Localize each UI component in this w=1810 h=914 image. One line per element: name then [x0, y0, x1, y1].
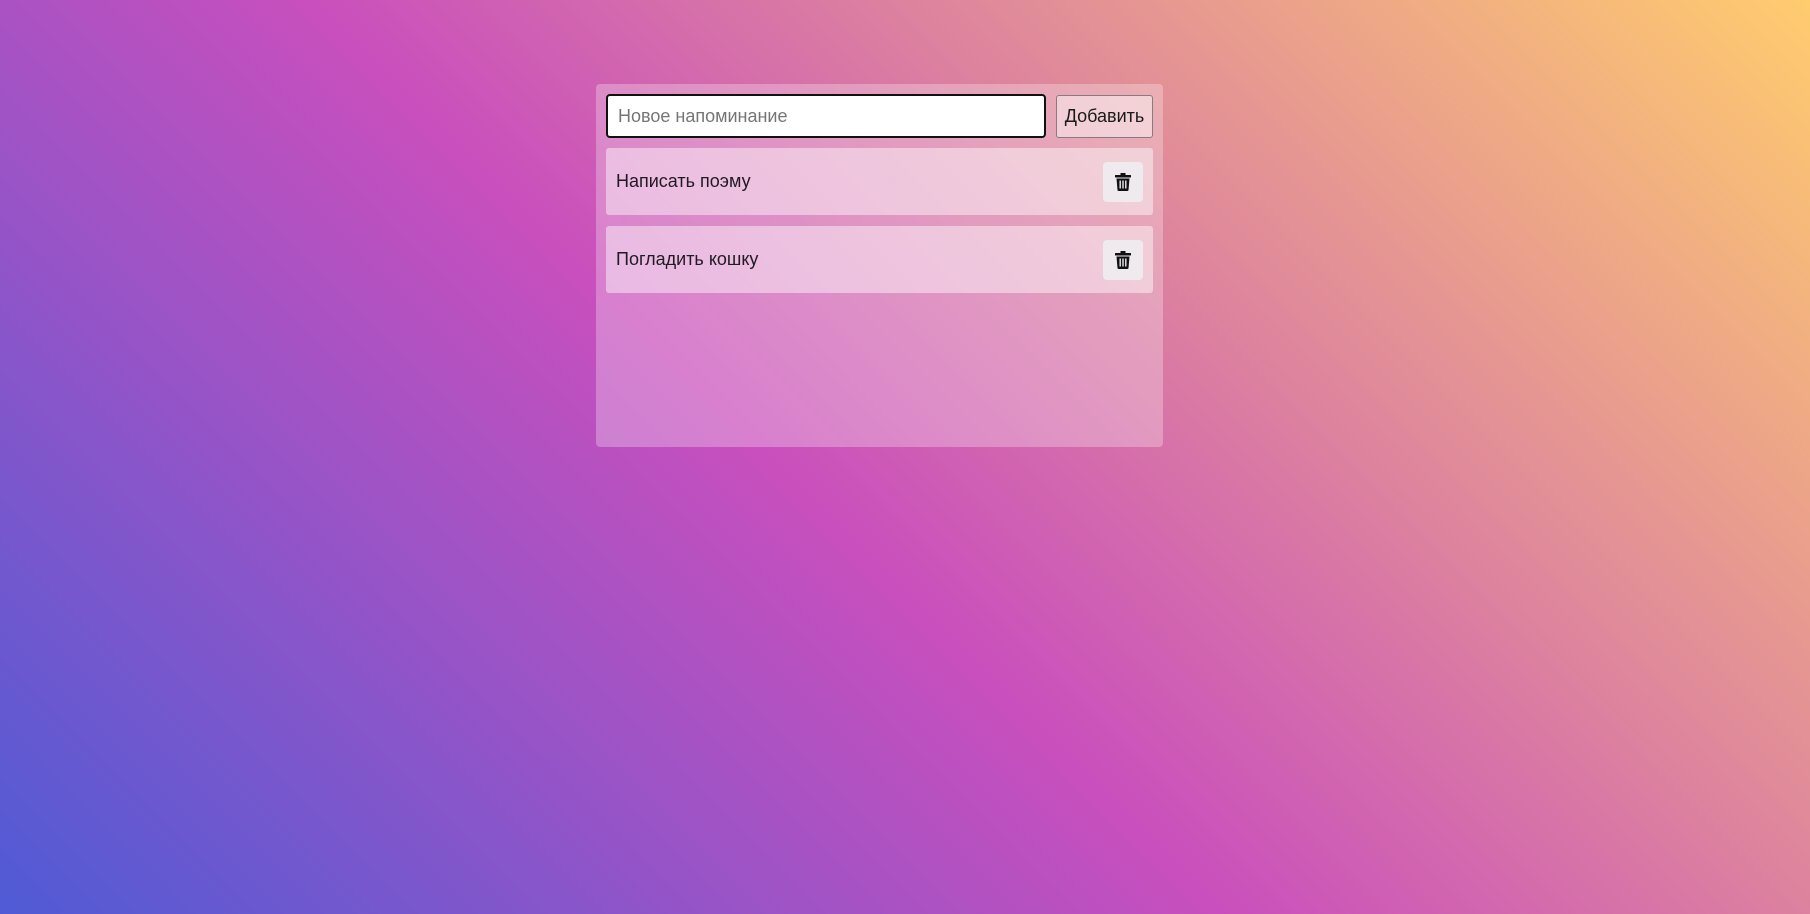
- list-item: Погладить кошку: [606, 226, 1153, 293]
- new-reminder-input[interactable]: [606, 94, 1046, 138]
- todo-text: Погладить кошку: [616, 249, 759, 269]
- trash-icon: [1115, 172, 1131, 191]
- add-reminder-form: Добавить: [606, 94, 1153, 138]
- delete-button[interactable]: [1103, 239, 1143, 280]
- todo-text: Написать поэму: [616, 171, 751, 191]
- todo-list: Написать поэму Погладить кошку: [606, 148, 1153, 293]
- trash-icon: [1115, 250, 1131, 269]
- todo-panel: Добавить Написать поэму Погладить кошку: [596, 84, 1163, 447]
- list-item: Написать поэму: [606, 148, 1153, 215]
- add-button[interactable]: Добавить: [1056, 94, 1153, 138]
- delete-button[interactable]: [1103, 161, 1143, 202]
